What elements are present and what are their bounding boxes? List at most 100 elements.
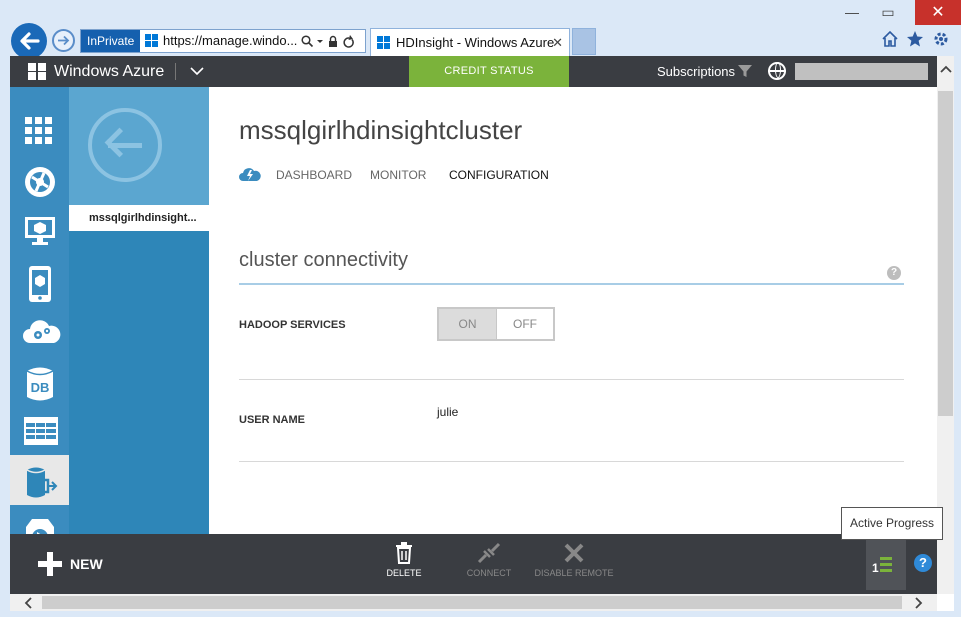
plus-icon[interactable] xyxy=(38,552,62,576)
all-items-grid-icon xyxy=(25,117,52,144)
azure-header: Windows Azure CREDIT STATUS Subscription… xyxy=(10,56,937,87)
panel-header xyxy=(69,87,209,205)
sql-databases-icon: DB xyxy=(26,367,54,401)
chevron-up-icon xyxy=(939,65,952,73)
storage-icon xyxy=(24,417,58,445)
section-title: cluster connectivity xyxy=(239,249,408,271)
chevron-down-icon[interactable] xyxy=(190,56,204,87)
service-sidebar: DB xyxy=(10,87,69,534)
progress-count: 1 xyxy=(872,561,879,575)
hdinsight-cloud-icon xyxy=(239,168,261,181)
header-divider xyxy=(175,63,176,80)
scroll-right-icon[interactable] xyxy=(915,594,923,614)
cloud-services-icon xyxy=(23,320,61,343)
chevron-right-icon xyxy=(915,597,923,609)
sidebar-item-sql-databases[interactable]: DB xyxy=(10,355,69,405)
mobile-services-icon xyxy=(29,266,51,302)
active-progress-button[interactable]: 1 xyxy=(866,540,906,590)
active-progress-tooltip: Active Progress xyxy=(841,507,943,540)
windows-logo-icon xyxy=(28,63,46,80)
browser-toolbar-icons xyxy=(881,30,951,53)
scroll-up-icon[interactable] xyxy=(937,62,954,76)
db-icon-text: DB xyxy=(31,380,50,395)
section-underline xyxy=(239,283,904,285)
command-bar: NEW DELETE CONNECT DISABLE REMOTE 1 ? xyxy=(10,534,937,594)
back-arrow-icon xyxy=(20,32,40,50)
filter-icon[interactable] xyxy=(738,64,752,78)
sidebar-item-web-sites[interactable] xyxy=(10,155,69,205)
sidebar-item-hdinsight[interactable] xyxy=(10,455,69,505)
address-bar-icons[interactable] xyxy=(301,30,361,52)
vertical-scroll-thumb[interactable] xyxy=(938,91,953,416)
sidebar-item-media-services[interactable] xyxy=(10,505,69,534)
azure-brand[interactable]: Windows Azure xyxy=(54,56,164,87)
forward-arrow-icon xyxy=(58,35,70,46)
windows-logo-icon xyxy=(377,36,391,50)
field-divider xyxy=(239,379,904,380)
disable-remote-button[interactable]: DISABLE REMOTE xyxy=(529,542,619,588)
tab-title: HDInsight - Windows Azure xyxy=(396,35,555,50)
panel-item-cluster[interactable]: mssqlgirlhdinsight... xyxy=(69,205,209,231)
connect-button[interactable]: CONNECT xyxy=(444,542,534,588)
maximize-icon[interactable]: ▭ xyxy=(875,2,901,22)
trash-icon xyxy=(396,542,412,564)
delete-button[interactable]: DELETE xyxy=(359,542,449,588)
horizontal-scroll-thumb[interactable] xyxy=(42,596,902,609)
tab-configuration[interactable]: CONFIGURATION xyxy=(449,168,549,182)
inprivate-badge: InPrivate xyxy=(81,30,141,52)
user-name-value: julie xyxy=(437,405,459,419)
virtual-machines-icon xyxy=(25,217,55,245)
help-circle-icon[interactable]: ? xyxy=(914,554,932,572)
subscriptions-link[interactable]: Subscriptions xyxy=(657,56,735,87)
disable-remote-label: DISABLE REMOTE xyxy=(534,568,614,578)
window-frame-right xyxy=(954,56,961,617)
toggle-off-option[interactable]: OFF xyxy=(497,309,553,339)
forward-button[interactable] xyxy=(52,29,75,52)
tab-dashboard[interactable]: DASHBOARD xyxy=(276,168,352,182)
home-favorites-settings-icons xyxy=(882,30,948,47)
address-url[interactable]: https://manage.windo... xyxy=(163,30,297,52)
user-account-box[interactable] xyxy=(795,63,928,80)
sidebar-item-all-items[interactable] xyxy=(10,105,69,155)
user-name-label: USER NAME xyxy=(239,414,306,426)
window-close-button[interactable]: ✕ xyxy=(915,0,961,25)
minimize-icon[interactable]: — xyxy=(839,2,865,22)
tab-monitor[interactable]: MONITOR xyxy=(370,168,426,182)
sidebar-item-mobile-services[interactable] xyxy=(10,255,69,305)
toggle-on-option[interactable]: ON xyxy=(439,309,497,339)
address-bar[interactable]: InPrivate https://manage.windo... xyxy=(80,29,366,53)
chevron-down-glyph xyxy=(190,67,204,76)
chevron-left-icon xyxy=(24,597,32,609)
back-circle-icon[interactable] xyxy=(88,108,162,182)
hdinsight-icon xyxy=(26,467,58,498)
globe-icon[interactable] xyxy=(768,62,786,80)
main-content: mssqlgirlhdinsightcluster DASHBOARD MONI… xyxy=(209,87,937,534)
page-title: mssqlgirlhdinsightcluster xyxy=(239,115,523,145)
progress-list-icon xyxy=(880,557,892,575)
new-button[interactable]: NEW xyxy=(70,556,103,572)
back-button[interactable] xyxy=(11,23,47,59)
sidebar-item-storage[interactable] xyxy=(10,405,69,455)
sidebar-item-cloud-services[interactable] xyxy=(10,305,69,355)
windows-logo-icon xyxy=(145,34,159,48)
browser-chrome: — ▭ ✕ InPrivate https://manage.windo... … xyxy=(0,0,961,59)
browser-tab-hdinsight[interactable]: HDInsight - Windows Azure ✕ xyxy=(370,28,570,56)
secondary-panel: mssqlgirlhdinsight... xyxy=(69,87,209,534)
field-divider xyxy=(239,461,904,462)
window-frame-left xyxy=(0,56,10,617)
new-tab-button[interactable] xyxy=(572,28,596,55)
connect-icon xyxy=(477,542,501,564)
window-frame-bottom xyxy=(0,611,961,617)
help-icon[interactable]: ? xyxy=(887,266,901,280)
credit-status-button[interactable]: CREDIT STATUS xyxy=(409,56,569,87)
media-services-icon xyxy=(26,519,54,534)
close-x-icon xyxy=(564,543,584,563)
search-lock-refresh-icons xyxy=(301,34,354,48)
hadoop-services-label: HADOOP SERVICES xyxy=(239,319,346,331)
tab-close-icon[interactable]: ✕ xyxy=(552,29,563,57)
hadoop-services-toggle[interactable]: ON OFF xyxy=(437,307,555,341)
horizontal-scrollbar[interactable] xyxy=(10,594,937,611)
scroll-left-icon[interactable] xyxy=(24,594,32,614)
sidebar-item-virtual-machines[interactable] xyxy=(10,205,69,255)
web-sites-icon xyxy=(25,167,55,197)
